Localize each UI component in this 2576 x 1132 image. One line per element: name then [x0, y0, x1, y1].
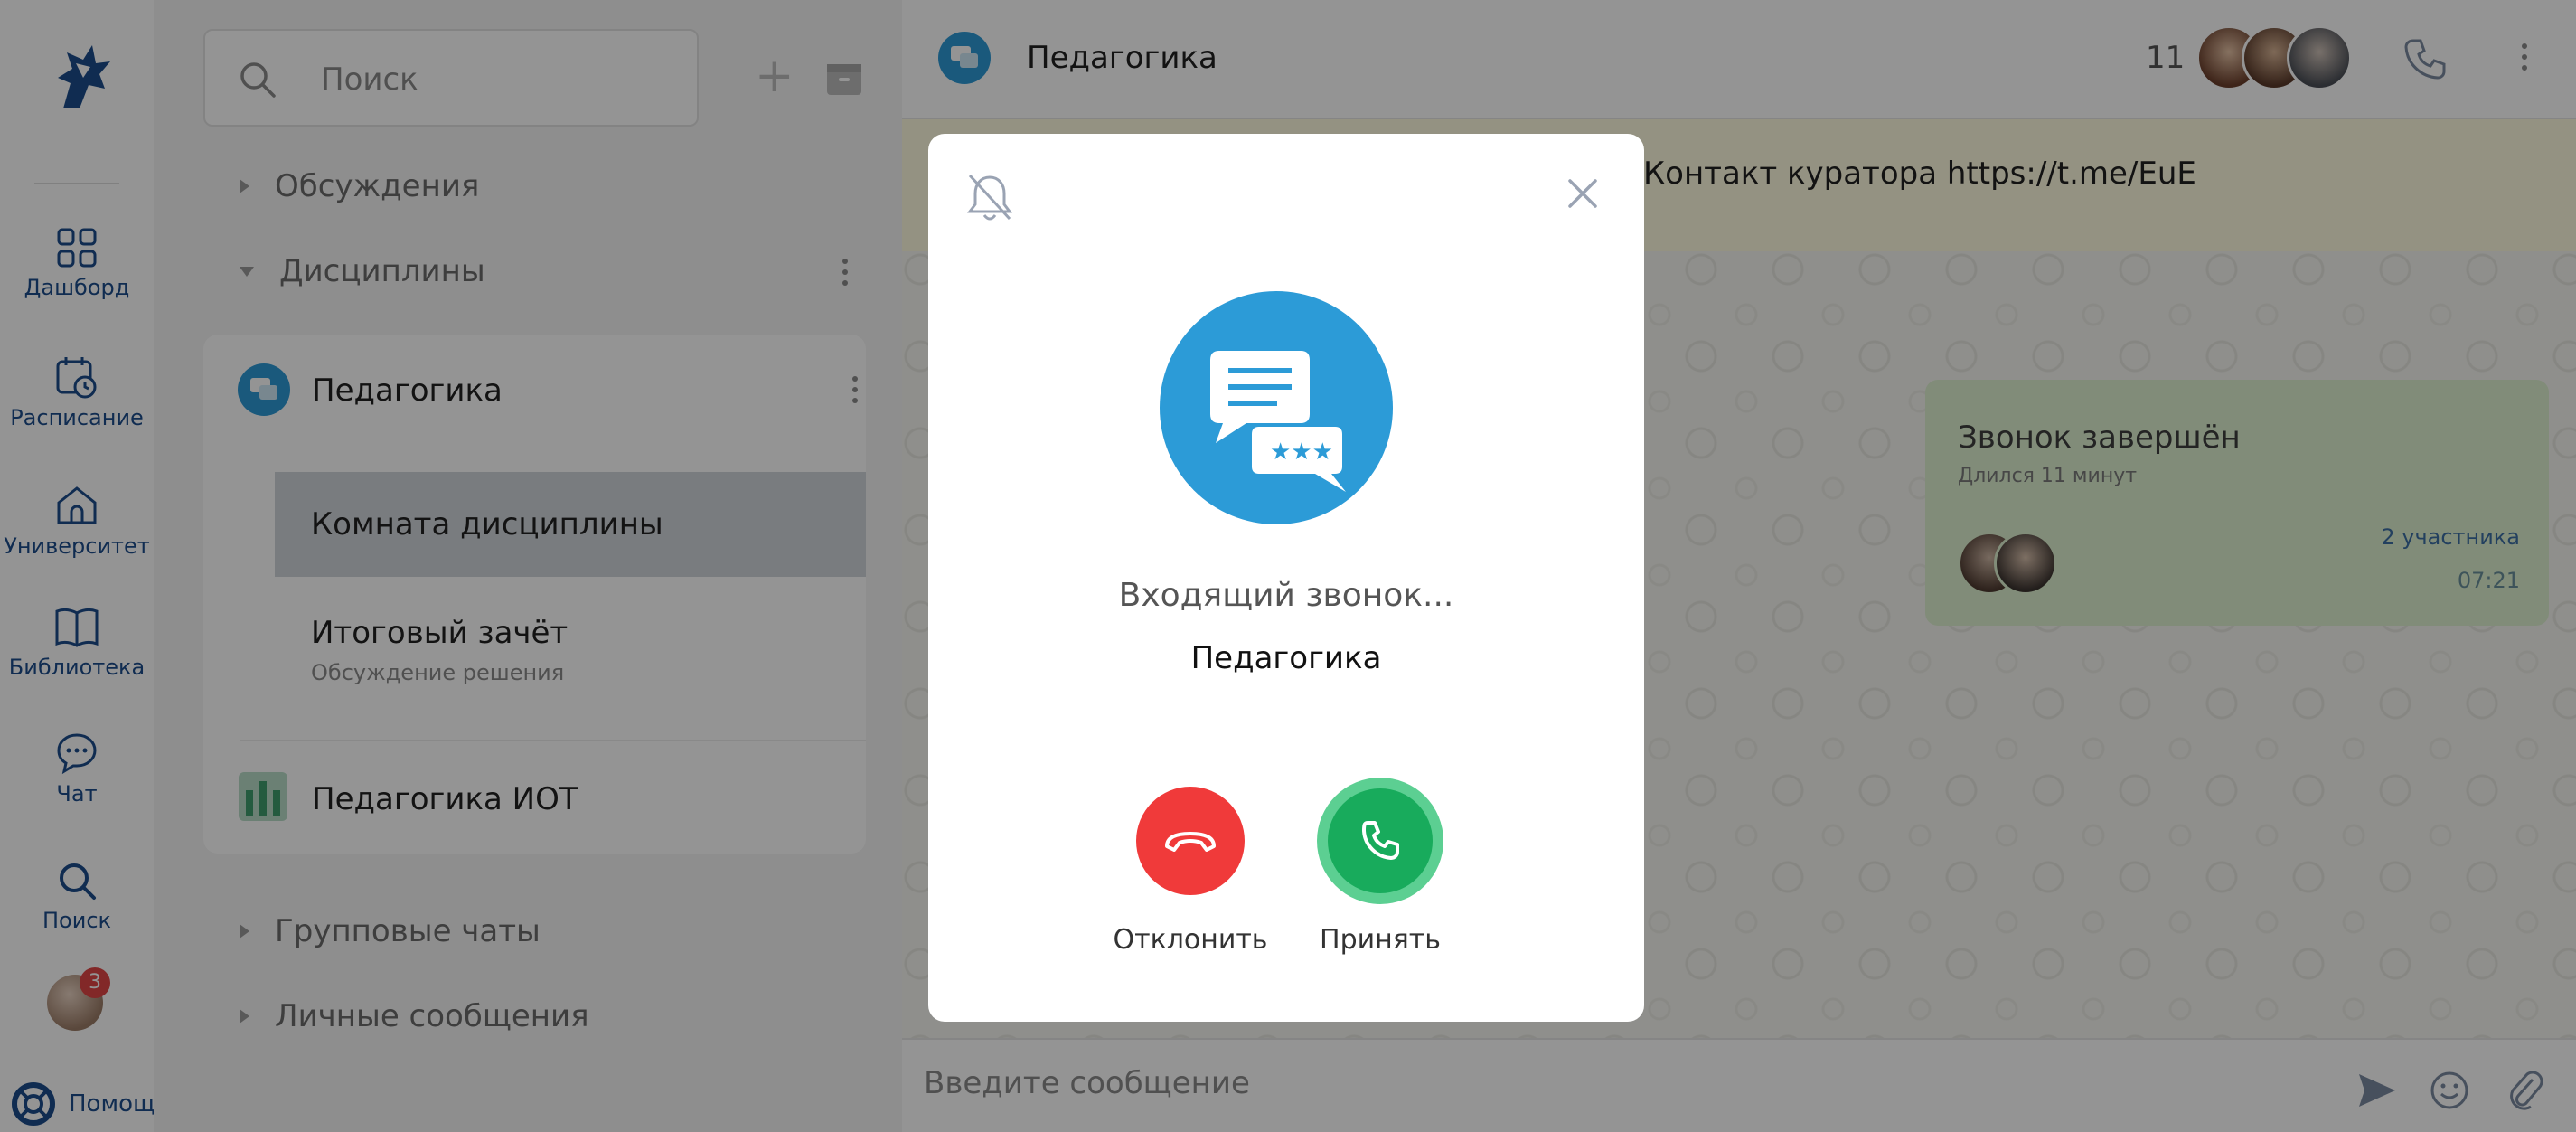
caller-name: Педагогика	[1190, 640, 1382, 676]
incoming-call-dialog: ★★★ Входящий звонок... Педагогика Отклон…	[928, 134, 1644, 1022]
call-status-text: Входящий звонок...	[1118, 577, 1454, 614]
decline-call-button[interactable]	[1136, 787, 1245, 895]
close-icon[interactable]	[1563, 174, 1603, 213]
svg-text:★★★: ★★★	[1270, 439, 1333, 466]
caller-avatar: ★★★	[1160, 291, 1393, 524]
accept-call-button[interactable]	[1328, 788, 1433, 893]
accept-label: Принять	[1320, 924, 1441, 956]
decline-label: Отклонить	[1113, 924, 1268, 956]
bell-muted-icon[interactable]	[964, 170, 1015, 224]
